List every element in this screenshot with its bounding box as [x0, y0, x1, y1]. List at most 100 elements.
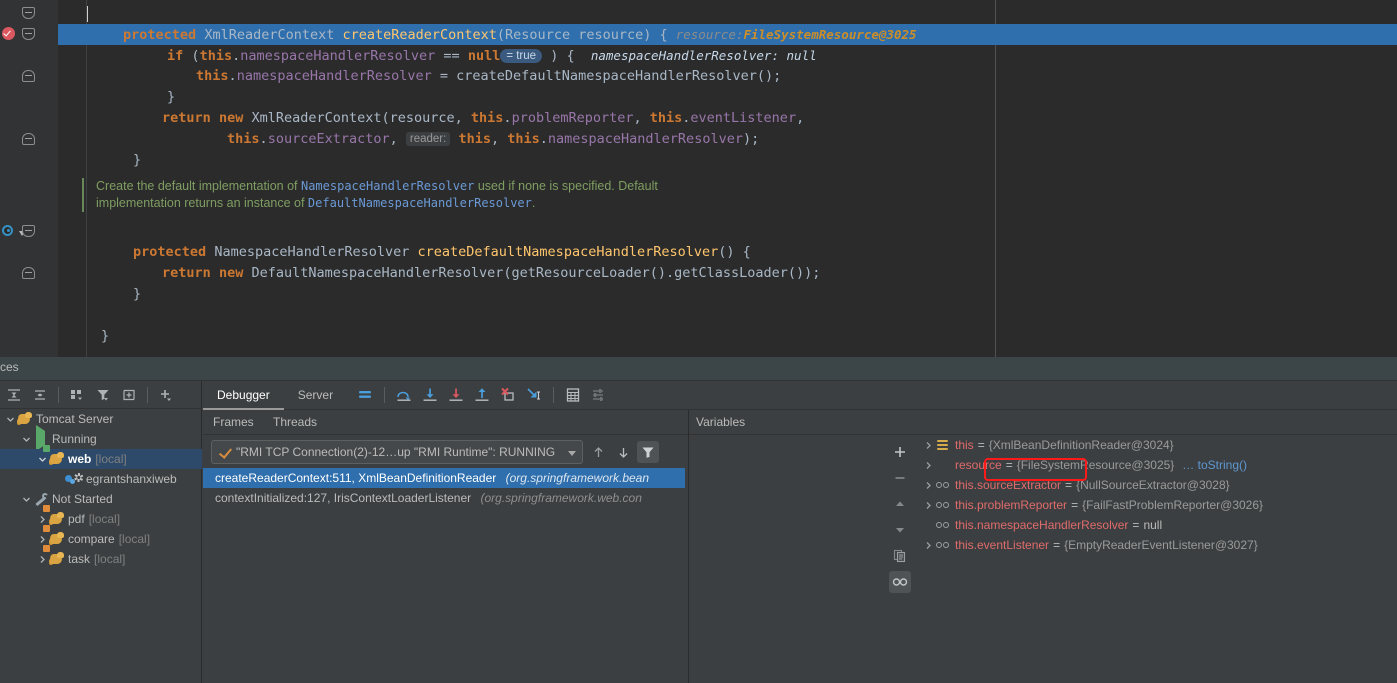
chevron-right-icon[interactable] [36, 549, 49, 569]
frames-filter-button[interactable] [637, 441, 659, 463]
code-line[interactable]: return new XmlReaderContext(resource, th… [58, 87, 1397, 108]
breakpoint-verified-icon[interactable] [2, 27, 15, 40]
expand-all-button[interactable] [2, 383, 26, 407]
tab-server[interactable]: Server [284, 381, 347, 410]
code-line[interactable]: protected XmlReaderContext createReaderC… [58, 3, 1397, 24]
move-watch-up-button[interactable] [889, 493, 911, 515]
services-toolbar[interactable] [0, 381, 202, 409]
toggle-watches-button[interactable] [889, 571, 911, 593]
inlay-hint-label: namespaceHandlerResolver: [591, 48, 779, 63]
debugger-panel[interactable]: Debugger Server [203, 381, 1397, 683]
variable-name: this [955, 435, 974, 455]
add-tab-button[interactable] [117, 383, 141, 407]
variable-row[interactable]: this.sourceExtractor = {NullSourceExtrac… [921, 475, 1230, 495]
step-over-button[interactable] [392, 383, 416, 407]
debugger-subtabbar[interactable]: Frames Threads Variables [203, 410, 1397, 435]
tree-item-pdf[interactable]: pdf [local] [0, 509, 202, 529]
services-tree[interactable]: Tomcat Server Running web [local] [0, 409, 202, 569]
group-by-button[interactable] [65, 383, 89, 407]
collapse-all-button[interactable] [28, 383, 52, 407]
tab-frames[interactable]: Frames [213, 410, 254, 435]
step-into-button[interactable] [418, 383, 442, 407]
tree-item-task[interactable]: task [local] [0, 549, 202, 569]
code-text-area[interactable]: protected XmlReaderContext createReaderC… [58, 0, 1397, 357]
overridden-method-icon[interactable] [2, 225, 13, 236]
frame-row[interactable]: createReaderContext:511, XmlBeanDefiniti… [203, 468, 685, 488]
editor-gutter[interactable] [0, 0, 58, 357]
deploy-icon [65, 471, 83, 487]
fold-marker[interactable] [22, 225, 35, 237]
variable-name: this.namespaceHandlerResolver [955, 515, 1128, 535]
add-watch-button[interactable] [889, 441, 911, 463]
add-service-button[interactable] [154, 383, 178, 407]
frames-down-button[interactable] [612, 441, 634, 463]
text-caret [87, 6, 88, 22]
tab-threads[interactable]: Threads [273, 410, 317, 435]
tool-window-header [0, 357, 1397, 381]
copy-value-button[interactable] [889, 545, 911, 567]
frames-area[interactable]: "RMI TCP Connection(2)-12…up "RMI Runtim… [203, 435, 685, 683]
tree-item-label: web [68, 452, 91, 466]
variable-row[interactable]: this = {XmlBeanDefinitionReader@3024} [921, 435, 1174, 455]
variable-row[interactable]: this.eventListener = {EmptyReaderEventLi… [921, 535, 1258, 555]
chevron-right-icon[interactable] [921, 435, 935, 455]
tab-variables[interactable]: Variables [696, 410, 745, 435]
rendered-javadoc[interactable]: Create the default implementation of Nam… [82, 178, 702, 212]
check-orange-icon [218, 445, 232, 459]
chevron-right-icon[interactable] [921, 495, 935, 515]
tree-item-compare[interactable]: compare [local] [0, 529, 202, 549]
variable-value: {XmlBeanDefinitionReader@3024} [989, 435, 1174, 455]
chevron-right-icon[interactable] [921, 455, 935, 475]
tree-item-tomcat-server[interactable]: Tomcat Server [0, 409, 202, 429]
thread-selector[interactable]: "RMI TCP Connection(2)-12…up "RMI Runtim… [211, 440, 583, 464]
chevron-down-icon[interactable] [4, 409, 17, 429]
tomcat-orange-icon [49, 531, 65, 547]
variable-row[interactable]: this.namespaceHandlerResolver = null [921, 515, 1162, 535]
frames-variables-divider[interactable] [688, 410, 689, 683]
javadoc-code-ref: DefaultNamespaceHandlerResolver [308, 196, 532, 210]
fold-marker[interactable] [22, 267, 35, 279]
variable-row[interactable]: p resource = {FileSystemResource@3025} …… [921, 455, 1247, 475]
debugger-settings-button[interactable] [587, 383, 611, 407]
show-execution-point-button[interactable] [353, 383, 377, 407]
frames-up-button[interactable] [587, 441, 609, 463]
code-line[interactable]: } [58, 305, 1397, 326]
variable-tostring-link[interactable]: … toString() [1182, 455, 1247, 475]
fold-marker[interactable] [22, 28, 35, 40]
fold-marker[interactable] [22, 70, 35, 82]
tree-item-running[interactable]: Running [0, 429, 202, 449]
tree-item-web[interactable]: web [local] [0, 449, 202, 469]
force-step-into-button[interactable] [444, 383, 468, 407]
variable-row[interactable]: this.problemReporter = {FailFastProblemR… [921, 495, 1263, 515]
chevron-right-icon[interactable] [921, 475, 935, 495]
frame-row[interactable]: contextInitialized:127, IrisContextLoade… [203, 488, 685, 508]
variable-equals: = [978, 435, 985, 455]
frame-package: (org.springframework.web.con [481, 491, 642, 505]
evaluate-expression-button[interactable] [561, 383, 585, 407]
drop-frame-button[interactable] [496, 383, 520, 407]
chevron-down-icon[interactable] [20, 489, 33, 509]
fold-marker[interactable] [22, 7, 35, 19]
variable-name: this.sourceExtractor [955, 475, 1061, 495]
code-editor[interactable]: protected XmlReaderContext createReaderC… [0, 0, 1397, 357]
tab-debugger[interactable]: Debugger [203, 381, 284, 410]
services-panel[interactable]: Tomcat Server Running web [local] [0, 381, 202, 683]
tree-item-label: egrantshanxiweb [86, 472, 177, 486]
debugger-tabbar[interactable]: Debugger Server [203, 381, 1397, 410]
fold-marker[interactable] [22, 133, 35, 145]
variables-area[interactable]: this = {XmlBeanDefinitionReader@3024} p … [913, 435, 1397, 683]
chevron-down-icon[interactable] [36, 449, 49, 469]
tree-item-artifact[interactable]: egrantshanxiweb [0, 469, 202, 489]
step-out-button[interactable] [470, 383, 494, 407]
chevron-down-icon[interactable] [20, 429, 33, 449]
filter-button[interactable] [91, 383, 115, 407]
tree-item-not-started[interactable]: Not Started [0, 489, 202, 509]
code-line[interactable]: protected NamespaceHandlerResolver creat… [58, 221, 1397, 242]
chevron-down-icon[interactable] [568, 451, 576, 456]
chevron-right-icon[interactable] [921, 535, 935, 555]
watches-toolbar[interactable] [887, 435, 913, 683]
debugger-actions-toolbar[interactable] [353, 383, 611, 407]
remove-watch-button[interactable] [889, 467, 911, 489]
run-to-cursor-button[interactable] [522, 383, 546, 407]
move-watch-down-button[interactable] [889, 519, 911, 541]
